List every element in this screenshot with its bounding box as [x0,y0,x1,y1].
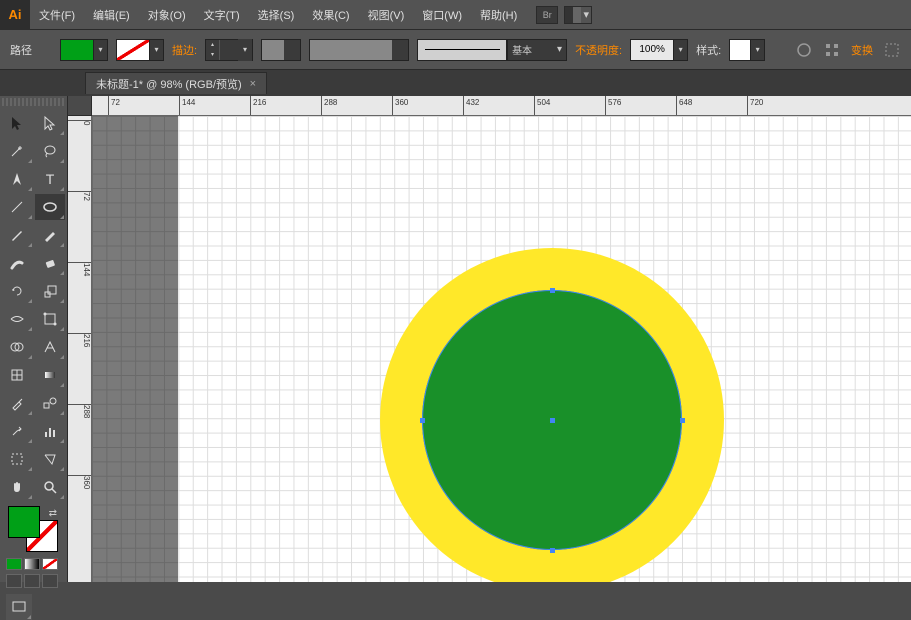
tool-panel: T ⇄ [0,96,68,582]
color-mode-solid[interactable] [6,558,22,570]
eraser-tool[interactable] [35,250,66,276]
menu-window[interactable]: 窗口(W) [413,0,471,30]
ruler-origin-corner[interactable] [68,96,92,116]
opacity-dropdown[interactable]: ▾ [674,39,688,61]
handle-right[interactable] [680,418,685,423]
control-bar: 路径 ▾ ▾ 描边: ▴▾ ▾ 基本▾ 不透明度: 100% ▾ 样式: ▾ 变… [0,30,911,70]
menu-file[interactable]: 文件(F) [30,0,84,30]
style-label: 样式: [696,42,721,58]
brush-definition[interactable]: 基本▾ [507,39,567,61]
bridge-icon[interactable]: Br [536,6,558,24]
app-logo: Ai [0,0,30,30]
handle-left[interactable] [420,418,425,423]
document-tab-title: 未标题-1* @ 98% (RGB/预览) [96,76,242,92]
variable-width-profile[interactable] [261,39,301,61]
shape-builder-tool[interactable] [2,334,33,360]
handle-bottom[interactable] [550,548,555,553]
color-mode-none[interactable] [42,558,58,570]
horizontal-ruler[interactable]: 72 144 216 288 360 432 504 576 648 720 [92,96,911,116]
fill-dropdown[interactable]: ▾ [94,39,108,61]
document-tab-bar: 未标题-1* @ 98% (RGB/预览) × [0,70,911,96]
canvas-column: 72 144 216 288 360 432 504 576 648 720 [92,96,911,582]
vertical-ruler[interactable]: 0 72 144 216 288 360 [68,116,92,582]
menu-select[interactable]: 选择(S) [249,0,304,30]
draw-normal-icon[interactable] [6,574,22,588]
canvas[interactable] [92,116,911,582]
magic-wand-tool[interactable] [2,138,33,164]
scale-tool[interactable] [35,278,66,304]
color-mode-row [2,558,65,570]
fill-stroke-indicator: ⇄ [2,506,65,554]
pasteboard-area [92,116,178,582]
color-mode-gradient[interactable] [24,558,40,570]
swap-fill-stroke-icon[interactable]: ⇄ [49,508,57,519]
paintbrush-tool[interactable] [2,222,33,248]
direct-selection-tool[interactable] [35,110,66,136]
brush-select[interactable] [309,39,409,61]
opacity-label: 不透明度: [575,42,622,58]
perspective-tool[interactable] [35,334,66,360]
recolor-icon[interactable] [795,41,813,59]
width-tool[interactable] [2,306,33,332]
graphic-style-swatch[interactable] [729,39,751,61]
blob-brush-tool[interactable] [2,250,33,276]
menu-right-icons: Br ▾ [536,6,592,24]
arrange-documents-icon[interactable]: ▾ [564,6,592,24]
gradient-tool[interactable] [35,362,66,388]
blend-tool[interactable] [35,390,66,416]
menu-object[interactable]: 对象(O) [139,0,195,30]
opacity-input[interactable]: 100% [630,39,674,61]
workspace: T ⇄ [0,96,911,582]
slice-tool[interactable] [35,446,66,472]
fill-indicator[interactable] [8,506,40,538]
handle-top[interactable] [550,288,555,293]
isolate-icon[interactable] [883,41,901,59]
stroke-weight-input[interactable]: ▴▾ ▾ [205,39,253,61]
svg-text:T: T [45,171,54,187]
ellipse-tool[interactable] [35,194,66,220]
fill-color-swatch[interactable] [60,39,94,61]
selection-tool[interactable] [2,110,33,136]
mesh-tool[interactable] [2,362,33,388]
pen-tool[interactable] [2,166,33,192]
brush-preview[interactable] [417,39,507,61]
menu-help[interactable]: 帮助(H) [471,0,526,30]
line-tool[interactable] [2,194,33,220]
draw-behind-icon[interactable] [24,574,40,588]
stroke-dropdown[interactable]: ▾ [150,39,164,61]
document-tab[interactable]: 未标题-1* @ 98% (RGB/预览) × [85,72,267,94]
screen-mode-row [2,574,65,588]
pencil-tool[interactable] [35,222,66,248]
eyedropper-tool[interactable] [2,390,33,416]
transform-panel-label[interactable]: 变换 [851,42,873,58]
menu-bar: Ai 文件(F) 编辑(E) 对象(O) 文字(T) 选择(S) 效果(C) 视… [0,0,911,30]
selection-type-label: 路径 [10,42,32,58]
menu-edit[interactable]: 编辑(E) [84,0,139,30]
type-tool[interactable]: T [35,166,66,192]
stroke-weight-label: 描边: [172,42,197,58]
draw-inside-icon[interactable] [42,574,58,588]
stroke-color-swatch[interactable] [116,39,150,61]
menu-type[interactable]: 文字(T) [195,0,249,30]
panel-drag-handle[interactable] [2,98,65,106]
menu-view[interactable]: 视图(V) [359,0,414,30]
menu-effect[interactable]: 效果(C) [303,0,358,30]
vertical-ruler-column: 0 72 144 216 288 360 [68,96,92,582]
screen-mode-button[interactable] [6,594,32,620]
artboard-tool[interactable] [2,446,33,472]
hand-tool[interactable] [2,474,33,500]
center-point[interactable] [550,418,555,423]
style-dropdown[interactable]: ▾ [751,39,765,61]
close-icon[interactable]: × [250,78,256,90]
zoom-tool[interactable] [35,474,66,500]
column-graph-tool[interactable] [35,418,66,444]
rotate-tool[interactable] [2,278,33,304]
symbol-sprayer-tool[interactable] [2,418,33,444]
lasso-tool[interactable] [35,138,66,164]
free-transform-tool[interactable] [35,306,66,332]
align-panel-icon[interactable] [823,41,841,59]
